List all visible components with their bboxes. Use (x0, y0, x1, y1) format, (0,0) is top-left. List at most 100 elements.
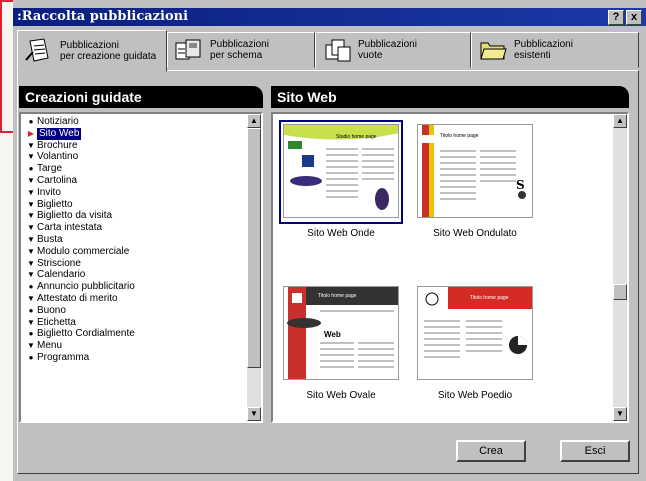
list-item[interactable]: ▶ Sito Web (25, 127, 245, 140)
gallery-header: Sito Web (271, 86, 629, 108)
list-item-label: Volantino (37, 151, 79, 163)
list-item-label: Biglietto (37, 198, 73, 210)
layout-pages-icon (174, 37, 204, 63)
list-item[interactable]: ▼ Cartolina (25, 175, 245, 187)
tab-label-line1: Pubblicazioni (358, 39, 417, 50)
svg-text:Web: Web (324, 330, 341, 339)
list-item[interactable]: ▼ Attestato di merito (25, 293, 245, 305)
scroll-up-button[interactable]: ▲ (613, 114, 627, 128)
tab-esistenti[interactable]: Pubblicazioni esistenti (471, 32, 639, 68)
tab-strip: Pubblicazioni per creazione guidata Pubb… (17, 30, 639, 72)
template-gallery[interactable]: Studio home page Sito Web Onde Titolo ho… (271, 112, 629, 423)
dot-bullet-icon: ● (28, 282, 34, 292)
thumb-heading: Titolo home page (318, 293, 357, 299)
tab-per-schema[interactable]: Pubblicazioni per schema (167, 32, 315, 68)
funnel-bullet-icon: ▼ (27, 199, 35, 209)
list-item-label: Annuncio pubblicitario (37, 281, 135, 293)
tab-label-line1: Pubblicazioni (514, 39, 573, 50)
list-item-label: Buono (37, 304, 66, 316)
tab-creazione-guidata[interactable]: Pubblicazioni per creazione guidata (17, 30, 167, 72)
dot-bullet-icon: ● (28, 352, 34, 362)
list-item-label: Notiziario (37, 116, 79, 127)
list-item[interactable]: ▼ Busta (25, 234, 245, 246)
list-item-label: Menu (37, 340, 63, 352)
list-item[interactable]: ▼ Etichetta (25, 317, 245, 329)
funnel-bullet-icon: ▼ (27, 211, 35, 221)
list-item-label: Sito Web (37, 127, 82, 140)
template-caption: Sito Web Poedio (437, 390, 513, 401)
list-item-label: Striscione (37, 257, 81, 269)
template-caption: Sito Web Ovale (306, 390, 376, 401)
funnel-bullet-icon: ▼ (27, 234, 35, 244)
wizard-listbox[interactable]: ● Notiziario ▶ Sito Web ▼ Brochure ▼ Volantino ●… (19, 112, 263, 423)
list-item-label: Biglietto Cordialmente (37, 328, 135, 340)
list-item[interactable]: ▼ Carta intestata (25, 222, 245, 234)
gallery-scrollbar[interactable]: ▲ ▼ (613, 114, 627, 421)
list-item[interactable]: ▼ Volantino (25, 151, 245, 163)
dialog-window: :Raccolta pubblicazioni ? x Pubblicazion… (13, 0, 646, 481)
funnel-bullet-icon: ▼ (27, 187, 35, 197)
dot-bullet-icon: ● (28, 305, 34, 315)
scroll-down-button[interactable]: ▼ (613, 407, 627, 421)
scroll-down-button[interactable]: ▼ (247, 407, 261, 421)
create-button[interactable]: Crea (456, 440, 526, 462)
tab-label-line1: Pubblicazioni (60, 40, 119, 51)
list-item-label: Carta intestata (37, 222, 103, 234)
list-item[interactable]: ● Notiziario (25, 116, 245, 128)
wizard-list-items: ● Notiziario ▶ Sito Web ▼ Brochure ▼ Volantino ●… (25, 116, 245, 364)
funnel-bullet-icon: ▼ (27, 317, 35, 327)
list-item[interactable]: ▼ Menu (25, 340, 245, 352)
list-item[interactable]: ● Programma (25, 352, 245, 364)
scroll-thumb[interactable] (613, 284, 627, 300)
list-item[interactable]: ▼ Biglietto (25, 199, 245, 211)
arrow-bullet-icon: ▶ (27, 128, 35, 138)
thumb-heading: Titolo home page (440, 133, 479, 139)
title-bar[interactable]: :Raccolta pubblicazioni ? x (13, 8, 646, 26)
help-button[interactable]: ? (608, 10, 624, 25)
thumb-heading: Studio home page (336, 134, 377, 140)
thumb-heading: Titolo home page (470, 295, 509, 301)
template-thumbnail: Titolo home page (417, 286, 533, 380)
funnel-bullet-icon: ▼ (27, 293, 35, 303)
funnel-bullet-icon: ▼ (27, 258, 35, 268)
funnel-bullet-icon: ▼ (27, 152, 35, 162)
funnel-bullet-icon: ▼ (27, 341, 35, 351)
list-item-label: Etichetta (37, 316, 76, 328)
list-item[interactable]: ● Biglietto Cordialmente (25, 328, 245, 340)
list-item[interactable]: ▼ Modulo commerciale (25, 246, 245, 258)
close-button[interactable]: x (626, 10, 642, 25)
list-item-label: Biglietto da visita (37, 210, 113, 222)
tab-label-line2: per creazione guidata (60, 51, 157, 62)
list-item[interactable]: ▼ Striscione (25, 258, 245, 270)
funnel-bullet-icon: ▼ (27, 140, 35, 150)
scroll-up-button[interactable]: ▲ (247, 114, 261, 128)
tab-label-line2: esistenti (514, 50, 551, 61)
exit-button[interactable]: Esci (560, 440, 630, 462)
tab-vuote[interactable]: Pubblicazioni vuote (315, 32, 471, 68)
list-item[interactable]: ▼ Brochure (25, 140, 245, 152)
template-caption: Sito Web Ondulato (433, 228, 517, 239)
list-item-label: Programma (37, 351, 90, 363)
list-item[interactable]: ● Annuncio pubblicitario (25, 281, 245, 293)
wizard-list-section: Creazioni guidate ● Notiziario ▶ Sito Web ▼ B… (19, 86, 263, 431)
list-item[interactable]: ▼ Invito (25, 187, 245, 199)
list-item-label: Calendario (37, 269, 86, 281)
dot-bullet-icon: ● (28, 117, 34, 126)
funnel-bullet-icon: ▼ (27, 270, 35, 280)
list-item[interactable]: ● Buono (25, 305, 245, 317)
list-item[interactable]: ▼ Calendario (25, 269, 245, 281)
funnel-bullet-icon: ▼ (27, 246, 35, 256)
list-item-label: Modulo commerciale (37, 245, 130, 257)
list-item-label: Brochure (37, 139, 78, 151)
wizard-document-icon (24, 38, 54, 64)
template-thumbnail: Studio home page (283, 124, 399, 218)
list-item[interactable]: ● Targe (25, 163, 245, 175)
scroll-thumb[interactable] (247, 128, 261, 368)
blank-pages-icon (322, 37, 352, 63)
list-item[interactable]: ▼ Biglietto da visita (25, 210, 245, 222)
wizard-list-scrollbar[interactable]: ▲ ▼ (247, 114, 261, 421)
list-item-label: Invito (37, 186, 61, 198)
funnel-bullet-icon: ▼ (27, 223, 35, 233)
list-item-label: Targe (37, 163, 63, 175)
list-item-label: Busta (37, 233, 63, 245)
